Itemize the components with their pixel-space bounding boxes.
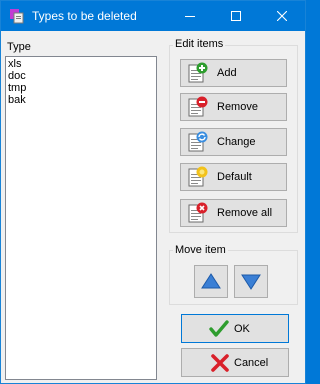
close-button[interactable] <box>259 1 305 31</box>
move-item-caption: Move item <box>173 244 228 257</box>
remove-all-button[interactable]: Remove all <box>180 199 287 227</box>
default-button[interactable]: Default <box>180 163 287 191</box>
dialog-window: Types to be deleted Type xls doc tmp bak… <box>0 0 306 384</box>
document-star-icon <box>188 166 208 187</box>
add-label: Add <box>217 67 237 79</box>
list-item[interactable]: bak <box>8 94 26 106</box>
move-down-button[interactable] <box>234 265 268 298</box>
green-check-icon <box>209 320 229 337</box>
document-plus-icon <box>188 62 208 83</box>
window-title: Types to be deleted <box>32 9 137 23</box>
move-up-button[interactable] <box>194 265 228 298</box>
title-bar[interactable]: Types to be deleted <box>1 1 305 31</box>
maximize-button[interactable] <box>213 1 259 31</box>
list-item[interactable]: doc <box>8 70 26 82</box>
cancel-button[interactable]: Cancel <box>181 348 289 377</box>
change-button[interactable]: Change <box>180 128 287 156</box>
minimize-button[interactable] <box>167 1 213 31</box>
minimize-icon <box>185 16 195 17</box>
ok-button[interactable]: OK <box>181 314 289 343</box>
cancel-label: Cancel <box>234 357 269 369</box>
edit-items-caption: Edit items <box>173 38 226 51</box>
close-icon <box>277 11 287 21</box>
list-item[interactable]: xls <box>8 58 21 70</box>
remove-all-label: Remove all <box>217 207 273 219</box>
ok-label: OK <box>234 323 250 335</box>
document-refresh-icon <box>188 131 208 152</box>
change-label: Change <box>217 136 256 148</box>
default-label: Default <box>217 171 252 183</box>
app-icon <box>10 9 24 24</box>
document-x-icon <box>188 202 208 223</box>
document-minus-icon <box>188 96 208 117</box>
add-button[interactable]: Add <box>180 59 287 87</box>
red-x-icon <box>211 354 229 372</box>
type-listbox[interactable]: xls doc tmp bak <box>5 56 157 380</box>
maximize-icon <box>231 11 241 21</box>
triangle-down-icon <box>241 274 261 290</box>
triangle-up-icon <box>201 273 221 289</box>
remove-button[interactable]: Remove <box>180 93 287 121</box>
list-item[interactable]: tmp <box>8 82 26 94</box>
type-list-label: Type <box>7 41 31 53</box>
remove-label: Remove <box>217 101 258 113</box>
